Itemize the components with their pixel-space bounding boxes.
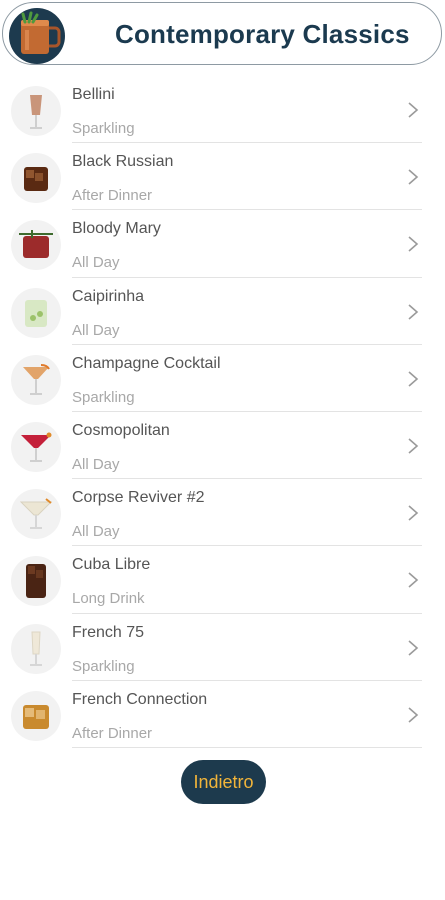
cocktail-category: Long Drink [72, 590, 145, 608]
back-button[interactable]: Indietro [181, 760, 266, 804]
chevron-right-icon[interactable] [407, 371, 419, 387]
french-connection-glass-icon [11, 690, 61, 741]
list-item[interactable]: Bellini Sparkling [0, 76, 445, 144]
cocktail-name: Champagne Cocktail [72, 354, 221, 372]
copper-mug-icon [9, 8, 65, 64]
cocktail-name: Black Russian [72, 153, 174, 171]
cocktail-category: All Day [72, 254, 120, 272]
cocktail-category: Sparkling [72, 120, 135, 137]
chevron-right-icon[interactable] [407, 707, 419, 723]
list-item[interactable]: Cosmopolitan All Day [0, 412, 445, 480]
bellini-glass-icon [11, 86, 61, 136]
chevron-right-icon[interactable] [407, 572, 419, 588]
list-item[interactable]: Cuba Libre Long Drink [0, 546, 445, 614]
chevron-right-icon[interactable] [407, 236, 419, 252]
chevron-right-icon[interactable] [407, 102, 419, 118]
cocktail-name: Bellini [72, 86, 115, 103]
list-item[interactable]: Bloody Mary All Day [0, 210, 445, 278]
bloody-mary-glass-icon [11, 220, 61, 271]
champagne-cocktail-glass-icon [11, 354, 61, 405]
list-item[interactable]: Black Russian After Dinner [0, 143, 445, 211]
header-bar: Contemporary Classics [2, 2, 442, 65]
cocktail-name: Bloody Mary [72, 220, 161, 238]
list-item[interactable]: French Connection After Dinner [0, 681, 445, 748]
cocktail-name: Corpse Reviver #2 [72, 489, 205, 507]
chevron-right-icon[interactable] [407, 505, 419, 521]
cocktail-category: All Day [72, 523, 120, 541]
cocktail-name: Caipirinha [72, 287, 145, 305]
cocktail-category: Sparkling [72, 657, 135, 675]
corpse-reviver-glass-icon [11, 489, 61, 540]
list-item[interactable]: Champagne Cocktail Sparkling [0, 345, 445, 412]
list-item[interactable]: Corpse Reviver #2 All Day [0, 479, 445, 547]
list-item[interactable]: French 75 Sparkling [0, 614, 445, 681]
cocktail-category: After Dinner [72, 724, 153, 742]
list-item[interactable]: Caipirinha All Day [0, 278, 445, 345]
cocktail-category: Sparkling [72, 388, 135, 406]
chevron-right-icon[interactable] [407, 303, 419, 320]
cocktail-name: French 75 [72, 623, 145, 641]
chevron-right-icon[interactable] [407, 169, 419, 185]
row-divider [72, 746, 422, 748]
cocktail-list: Bellini Sparkling Black Russian After Dinne… [0, 76, 445, 748]
french-75-glass-icon [11, 623, 61, 674]
caipirinha-glass-icon [11, 287, 61, 338]
cocktail-name: French Connection [72, 690, 208, 708]
cocktail-category: All Day [72, 321, 120, 339]
cosmopolitan-glass-icon [11, 421, 61, 472]
page-title: Contemporary Classics [115, 19, 410, 49]
chevron-right-icon[interactable] [407, 639, 419, 656]
app-screen: Contemporary Classics Bellini Sparkling Bl… [0, 0, 445, 900]
cuba-libre-glass-icon [11, 556, 61, 607]
cocktail-name: Cosmopolitan [72, 421, 170, 439]
chevron-right-icon[interactable] [407, 438, 419, 454]
cocktail-category: After Dinner [72, 187, 153, 205]
cocktail-category: All Day [72, 455, 120, 473]
cocktail-name: Cuba Libre [72, 556, 151, 574]
black-russian-glass-icon [11, 153, 61, 204]
